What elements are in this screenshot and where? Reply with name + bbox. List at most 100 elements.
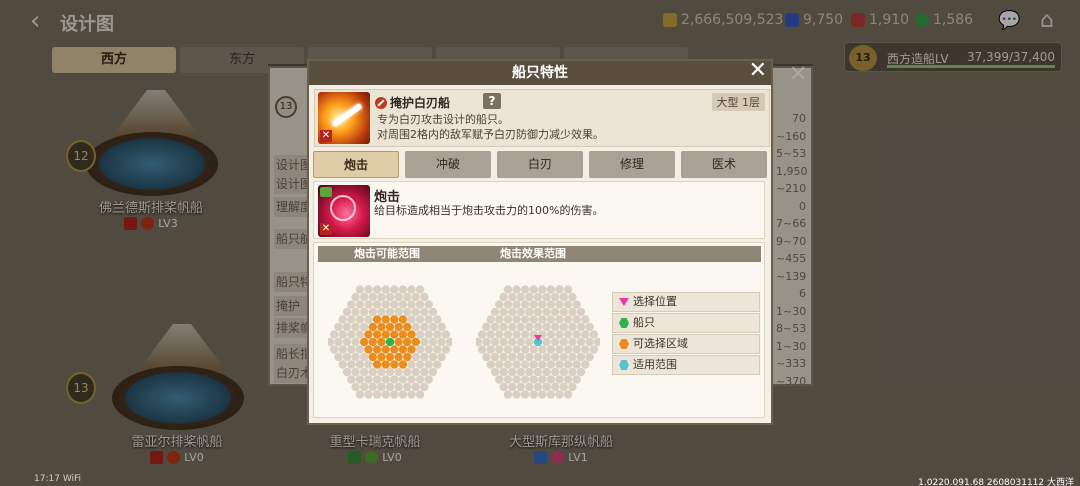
- hex-cell: [424, 375, 433, 384]
- hex-cell: [398, 285, 408, 294]
- hex-cell: [581, 345, 590, 354]
- possible-range-label: 炮击可能范围: [354, 247, 420, 260]
- hex-cell: [351, 337, 360, 347]
- hex-cell: [372, 360, 382, 369]
- hex-cell: [533, 352, 543, 362]
- hex-cell: [576, 337, 586, 347]
- hex-cell: [529, 360, 538, 369]
- hex-cell: [334, 322, 343, 332]
- hex-cell: [486, 345, 495, 354]
- hex-cell: [415, 345, 425, 354]
- hex-cell: [503, 375, 513, 384]
- hex-cell: [516, 337, 525, 347]
- hex-cell: [381, 285, 390, 294]
- hex-cell: [568, 367, 577, 377]
- hex-cell: [428, 307, 438, 317]
- hex-cell: [403, 382, 412, 392]
- hex-cell: [555, 285, 564, 294]
- skill-glow: [330, 195, 356, 221]
- tab-ram[interactable]: 冲破: [405, 151, 491, 178]
- hex-cell: [398, 360, 408, 369]
- hex-cell: [424, 330, 433, 339]
- hex-cell: [338, 345, 347, 354]
- hex-cell: [533, 292, 543, 302]
- hex-cell: [355, 375, 365, 384]
- hex-cell: [364, 315, 373, 324]
- hex-cell: [342, 352, 352, 362]
- hex-cell: [437, 322, 446, 332]
- hex-cell: [516, 367, 525, 377]
- hex-cell: [372, 375, 382, 384]
- hex-cell: [403, 292, 412, 302]
- hex-cell: [520, 360, 530, 369]
- hex-cell: [508, 307, 517, 317]
- hex-cell: [360, 367, 369, 377]
- hex-cell: [334, 352, 343, 362]
- effect-range-label: 炮击效果范围: [500, 247, 566, 260]
- hex-cell: [390, 390, 399, 399]
- hex-cell: [394, 337, 403, 347]
- hex-cell: [516, 352, 525, 362]
- hex-cell: [351, 292, 360, 302]
- hex-cell: [555, 315, 564, 324]
- hex-cell: [334, 337, 343, 347]
- hex-cell: [581, 330, 590, 339]
- pink-triangle-icon: [619, 298, 629, 306]
- hex-cell: [355, 285, 365, 294]
- tab-medical[interactable]: 医术: [681, 151, 767, 178]
- hex-cell: [437, 337, 446, 347]
- hex-cell: [546, 315, 556, 324]
- hex-cell: [516, 382, 525, 392]
- hex-cell: [368, 367, 377, 377]
- hex-cell: [355, 345, 365, 354]
- hex-cell: [347, 330, 356, 339]
- hex-cell: [329, 345, 339, 354]
- hex-cell: [420, 307, 429, 317]
- hex-cell: [520, 300, 530, 309]
- hex-cell: [347, 300, 356, 309]
- hex-cell: [437, 352, 446, 362]
- tab-repair[interactable]: 修理: [589, 151, 675, 178]
- hex-cell: [495, 300, 504, 309]
- hex-cell: [486, 360, 495, 369]
- hex-cell: [559, 337, 568, 347]
- hex-cell: [512, 330, 521, 339]
- hex-cell: [329, 330, 339, 339]
- hex-cell: [433, 315, 442, 324]
- hex-cell: [377, 382, 386, 392]
- cross-badge-icon: ✕: [320, 223, 332, 235]
- tab-bombard[interactable]: 炮击: [313, 151, 399, 178]
- hex-cell: [563, 390, 573, 399]
- hex-cell: [576, 367, 586, 377]
- hex-cell: [555, 390, 564, 399]
- hex-cell: [381, 315, 390, 324]
- hex-cell: [420, 337, 429, 347]
- hex-cell: [377, 322, 386, 332]
- hex-cell: [529, 315, 538, 324]
- hex-cell: [385, 292, 395, 302]
- hex-cell: [508, 292, 517, 302]
- hex-cell: [529, 375, 538, 384]
- hex-cell: [351, 352, 360, 362]
- hex-cell: [555, 375, 564, 384]
- tab-melee[interactable]: 白刃: [497, 151, 583, 178]
- hex-cell: [551, 322, 560, 332]
- hex-cell: [520, 375, 530, 384]
- hex-cell: [347, 315, 356, 324]
- hex-cell: [398, 345, 408, 354]
- hex-cell: [368, 382, 377, 392]
- hex-cell: [360, 382, 369, 392]
- hex-cell: [503, 345, 513, 354]
- hex-cell: [338, 330, 347, 339]
- hex-cell: [542, 337, 551, 347]
- hex-cell: [372, 285, 382, 294]
- hex-cell: [529, 300, 538, 309]
- hex-cell: [490, 307, 500, 317]
- hex-cell: [364, 285, 373, 294]
- hex-cell: [576, 352, 586, 362]
- hex-cell: [559, 352, 568, 362]
- hex-cell: [372, 390, 382, 399]
- range-legend: 选择位置 船只 可选择区域 适用范围: [612, 292, 760, 376]
- hex-cell: [585, 322, 594, 332]
- hex-cell: [490, 337, 500, 347]
